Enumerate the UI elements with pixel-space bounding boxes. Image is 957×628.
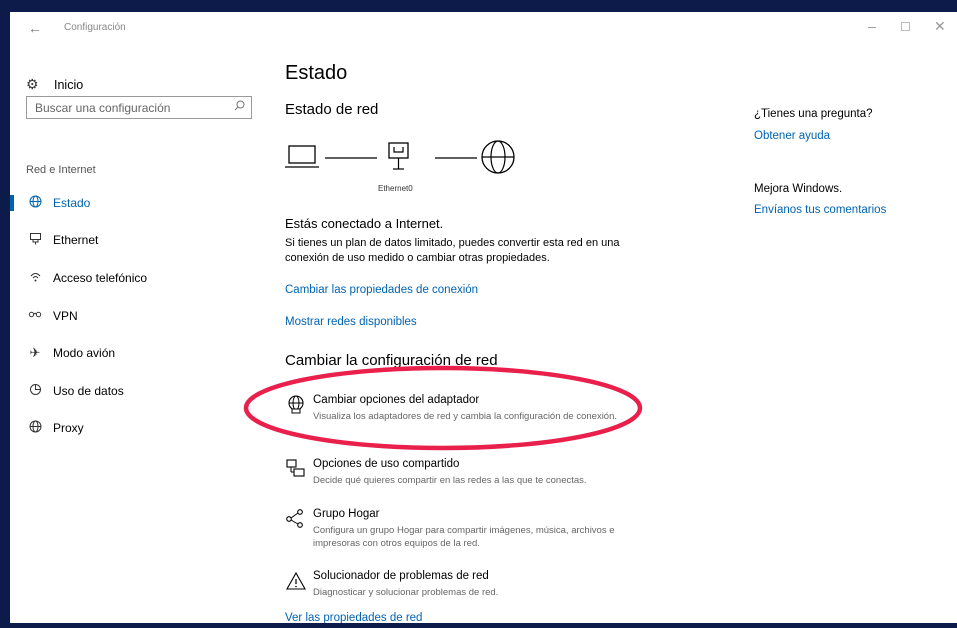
- globe-icon: [27, 195, 43, 211]
- view-network-properties-link[interactable]: Ver las propiedades de red: [285, 612, 422, 623]
- option-description: Decide qué quieres compartir en las rede…: [313, 475, 587, 486]
- search-icon[interactable]: [234, 100, 245, 114]
- sidebar: ⚙ Inicio Red e Internet Estado Ethernet: [10, 44, 268, 623]
- sidebar-item-label: Modo avión: [53, 346, 116, 361]
- vpn-icon: [27, 308, 43, 324]
- network-status-title: Estado de red: [285, 101, 379, 118]
- sidebar-item-modo-avion[interactable]: ✈ Modo avión: [10, 334, 268, 372]
- settings-window: ← Configuración – ☐ ✕ ⚙ Inicio Red e Int…: [10, 12, 957, 623]
- back-arrow-icon[interactable]: ←: [28, 20, 42, 36]
- sidebar-item-label: VPN: [53, 308, 78, 323]
- sharing-icon: [286, 459, 305, 477]
- connection-status: Estás conectado a Internet.: [285, 216, 444, 231]
- question-heading: ¿Tienes una pregunta?: [754, 108, 873, 120]
- dialup-icon: [27, 270, 43, 286]
- feedback-link[interactable]: Envíanos tus comentarios: [754, 204, 886, 216]
- sidebar-item-label: Proxy: [53, 421, 84, 436]
- adapter-globe-icon: [288, 395, 304, 414]
- sidebar-item-label: Estado: [53, 195, 91, 210]
- home-label: Inicio: [54, 77, 84, 92]
- change-network-settings-title: Cambiar la configuración de red: [285, 352, 498, 369]
- internet-globe-icon: [481, 140, 515, 174]
- improve-windows-heading: Mejora Windows.: [754, 183, 843, 195]
- sidebar-item-proxy[interactable]: Proxy: [10, 410, 268, 448]
- sidebar-item-vpn[interactable]: VPN: [10, 297, 268, 335]
- option-title: Cambiar opciones del adaptador: [313, 394, 480, 406]
- adapter-name-label: Ethernet0: [378, 184, 413, 193]
- sidebar-item-ethernet[interactable]: Ethernet: [10, 222, 268, 260]
- ethernet-port-icon: [388, 142, 409, 170]
- warning-icon: [286, 571, 306, 590]
- page-title: Estado: [285, 62, 348, 84]
- status-description: Si tienes un plan de datos limitado, pue…: [285, 237, 620, 264]
- app-title: Configuración: [64, 22, 126, 33]
- nav-list: Estado Ethernet Acceso telefónico VPN ✈ …: [10, 184, 268, 447]
- sidebar-item-uso-de-datos[interactable]: Uso de datos: [10, 372, 268, 410]
- search-box[interactable]: [26, 96, 252, 119]
- search-input[interactable]: [27, 97, 233, 118]
- option-description: Diagnosticar y solucionar problemas de r…: [313, 587, 499, 598]
- airplane-icon: ✈: [29, 345, 41, 361]
- gear-icon: ⚙: [26, 76, 39, 92]
- option-description: Visualiza los adaptadores de red y cambi…: [313, 411, 618, 422]
- option-title: Grupo Hogar: [313, 508, 380, 520]
- computer-icon: [285, 145, 319, 168]
- title-bar: ← Configuración – ☐ ✕: [10, 12, 957, 44]
- sidebar-item-label: Ethernet: [53, 233, 99, 248]
- sidebar-item-label: Acceso telefónico: [53, 270, 148, 285]
- option-description: Configura un grupo Hogar para compartir …: [313, 525, 615, 549]
- globe-icon: [27, 420, 43, 436]
- close-icon[interactable]: ✕: [934, 18, 946, 35]
- option-title: Opciones de uso compartido: [313, 458, 460, 470]
- category-label: Red e Internet: [26, 164, 96, 176]
- show-available-networks-link[interactable]: Mostrar redes disponibles: [285, 316, 417, 328]
- data-usage-icon: [27, 383, 43, 399]
- sidebar-item-estado[interactable]: Estado: [10, 184, 268, 222]
- change-connection-properties-link[interactable]: Cambiar las propiedades de conexión: [285, 284, 478, 296]
- sidebar-item-label: Uso de datos: [53, 383, 124, 398]
- minimize-icon[interactable]: –: [868, 18, 876, 34]
- maximize-icon[interactable]: ☐: [900, 20, 911, 34]
- homegroup-icon: [286, 509, 303, 528]
- home-link[interactable]: ⚙ Inicio: [26, 76, 83, 93]
- option-title: Solucionador de problemas de red: [313, 570, 489, 582]
- ethernet-icon: [27, 232, 43, 248]
- get-help-link[interactable]: Obtener ayuda: [754, 130, 830, 142]
- sidebar-item-acceso-telefonico[interactable]: Acceso telefónico: [10, 259, 268, 297]
